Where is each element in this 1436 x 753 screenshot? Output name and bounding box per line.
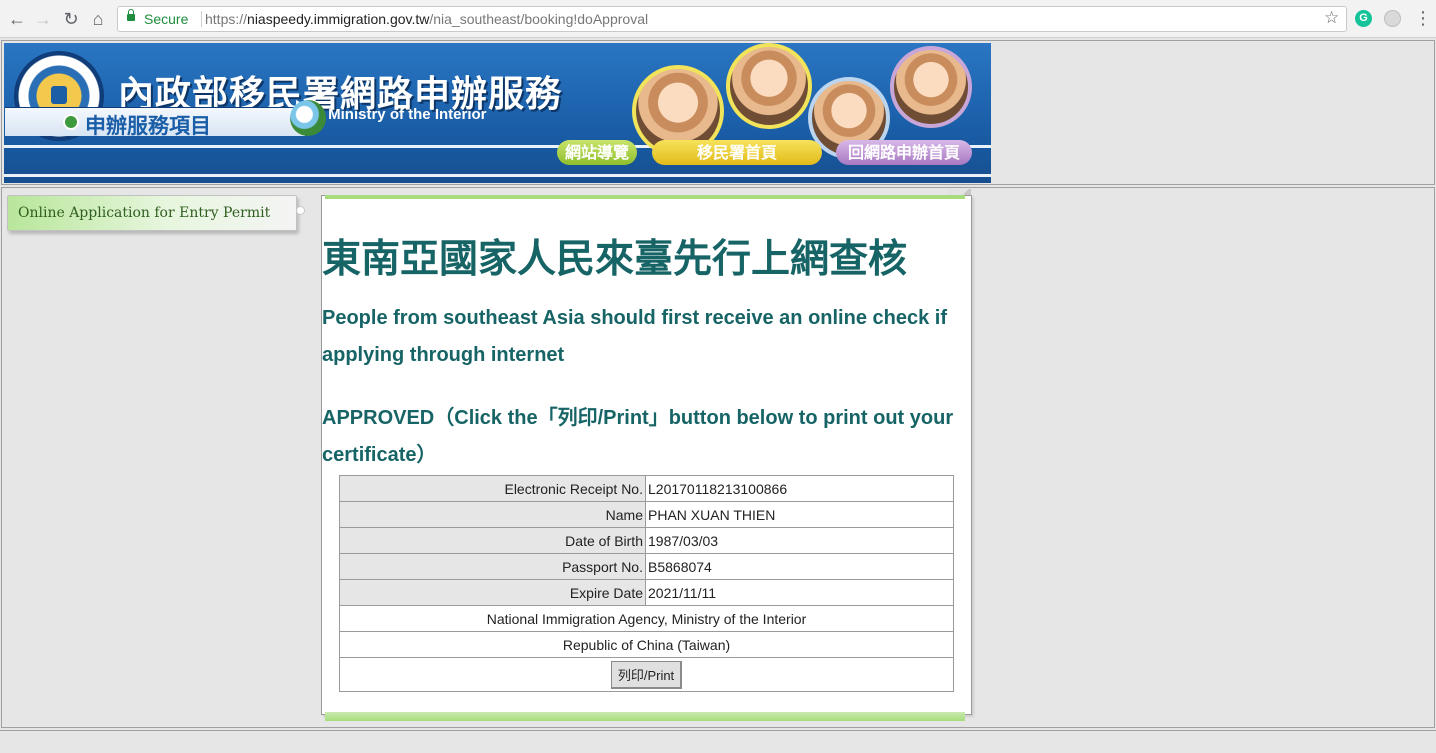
print-button[interactable]: 列印/Print bbox=[610, 660, 683, 689]
sidebar-item-label: Online Application for Entry Permit bbox=[18, 205, 271, 221]
panel-bottom-bar bbox=[325, 712, 965, 721]
row-label: Name bbox=[339, 501, 646, 528]
url-divider bbox=[201, 11, 202, 27]
nav-online-services-home[interactable]: 回網路申辦首頁 bbox=[836, 140, 972, 165]
row-label: Electronic Receipt No. bbox=[339, 475, 646, 502]
page-subtitle: People from southeast Asia should first … bbox=[322, 307, 947, 366]
star-icon[interactable]: ☆ bbox=[1324, 8, 1339, 28]
sidebar-item-entry-permit[interactable]: Online Application for Entry Permit bbox=[7, 195, 297, 231]
passport-number-value: B5868074 bbox=[645, 553, 954, 580]
emblem-core bbox=[51, 86, 67, 104]
date-of-birth-value: 1987/03/03 bbox=[645, 527, 954, 554]
service-tab-label: 申辦服務項目 bbox=[85, 113, 211, 138]
children-photo-icon bbox=[726, 43, 812, 129]
lock-icon bbox=[127, 9, 135, 21]
banner-bottom-line bbox=[4, 174, 991, 177]
mother-daughter-photo-icon bbox=[890, 46, 972, 128]
extension-icon[interactable] bbox=[1384, 10, 1401, 27]
country-line: Republic of China (Taiwan) bbox=[339, 631, 954, 658]
service-items-tab[interactable]: 申辦服務項目 bbox=[5, 107, 305, 138]
receipt-number-value: L20170118213100866 bbox=[645, 475, 954, 502]
bottom-divider bbox=[0, 730, 1436, 731]
url-path: /nia_southeast/booking!doApproval bbox=[429, 11, 649, 27]
nav-agency-home[interactable]: 移民署首頁 bbox=[652, 140, 822, 165]
row-label: Date of Birth bbox=[339, 527, 646, 554]
table-row: Republic of China (Taiwan) bbox=[339, 631, 954, 658]
sidebar-notch bbox=[296, 206, 305, 215]
browser-toolbar: ← → ↻ ⌂ Secure https://niaspeedy.immigra… bbox=[0, 0, 1436, 38]
row-label: Passport No. bbox=[339, 553, 646, 580]
table-row: National Immigration Agency, Ministry of… bbox=[339, 605, 954, 632]
table-row: Electronic Receipt No. L2017011821310086… bbox=[339, 475, 954, 502]
url-protocol: https:// bbox=[205, 11, 248, 27]
secure-label: Secure bbox=[144, 11, 189, 27]
home-icon[interactable]: ⌂ bbox=[87, 8, 109, 30]
url-host: niaspeedy.immigration.gov.tw bbox=[247, 11, 430, 27]
row-label: Expire Date bbox=[339, 579, 646, 606]
table-row: Expire Date 2021/11/11 bbox=[339, 579, 954, 606]
page-title: 東南亞國家人民來臺先行上網查核 bbox=[322, 237, 908, 282]
forward-icon[interactable]: → bbox=[32, 8, 54, 30]
url-text[interactable]: https://niaspeedy.immigration.gov.tw/nia… bbox=[205, 7, 648, 31]
table-row: 列印/Print bbox=[339, 657, 954, 692]
reload-icon[interactable]: ↻ bbox=[60, 8, 82, 30]
table-row: Name PHAN XUAN THIEN bbox=[339, 501, 954, 528]
approval-status: APPROVED（Click the「列印/Print」button below… bbox=[322, 407, 954, 466]
table-row: Date of Birth 1987/03/03 bbox=[339, 527, 954, 554]
service-bullet-icon bbox=[63, 114, 79, 130]
agency-name-line: National Immigration Agency, Ministry of… bbox=[339, 605, 954, 632]
expire-date-value: 2021/11/11 bbox=[645, 579, 954, 606]
nav-site-map[interactable]: 網站導覽 bbox=[557, 140, 637, 165]
receipt-table: Electronic Receipt No. L2017011821310086… bbox=[339, 475, 954, 692]
table-row: Passport No. B5868074 bbox=[339, 553, 954, 580]
dove-globe-icon bbox=[290, 100, 326, 136]
name-value: PHAN XUAN THIEN bbox=[645, 501, 954, 528]
grammarly-icon[interactable]: G bbox=[1355, 10, 1372, 27]
panel-top-bar bbox=[325, 195, 965, 199]
address-bar[interactable]: Secure https://niaspeedy.immigration.gov… bbox=[117, 6, 1347, 32]
back-icon[interactable]: ← bbox=[6, 8, 28, 30]
menu-icon[interactable]: ⋮ bbox=[1414, 8, 1432, 28]
print-cell: 列印/Print bbox=[339, 657, 954, 692]
